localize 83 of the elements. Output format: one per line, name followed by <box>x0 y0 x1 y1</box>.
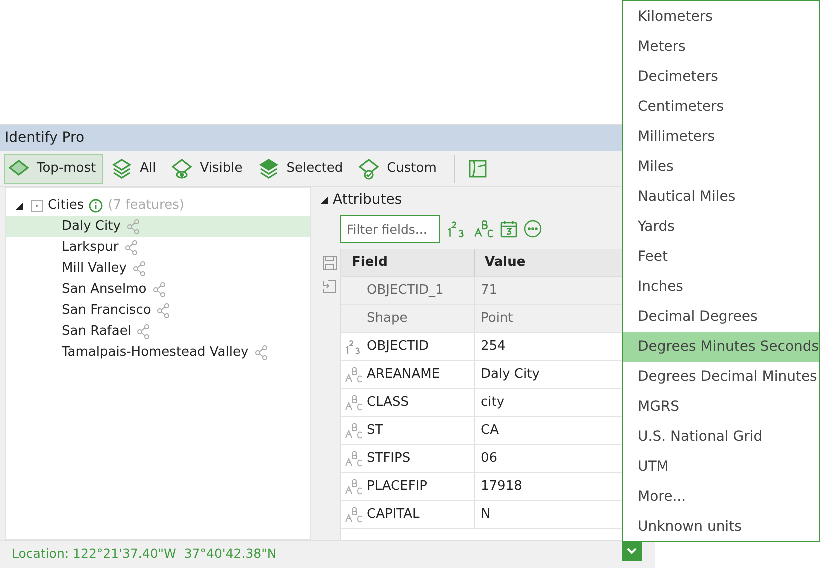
text-type-icon <box>345 394 363 410</box>
number-type-icon <box>345 338 363 354</box>
text-filter-icon[interactable] <box>474 220 494 238</box>
menu-item[interactable]: Decimeters <box>623 62 819 92</box>
menu-item[interactable]: Meters <box>623 32 819 62</box>
table-cell-text: AREANAME <box>367 366 440 384</box>
text-type-icon <box>345 450 363 466</box>
layer-filter-button[interactable]: Top-most <box>4 154 104 184</box>
tree-item[interactable]: San Anselmo <box>6 279 310 300</box>
column-header[interactable]: Field <box>341 249 475 276</box>
menu-item[interactable]: UTM <box>623 452 819 482</box>
menu-item[interactable]: Nautical Miles <box>623 182 819 212</box>
text-type-icon <box>345 506 363 522</box>
table-cell-text: OBJECTID_1 <box>367 282 444 300</box>
tree-item[interactable]: Larkspur <box>6 237 310 258</box>
table-cell-text: CLASS <box>367 394 410 412</box>
share-icon <box>254 344 269 360</box>
map-icon <box>468 158 488 178</box>
menu-item[interactable]: Yards <box>623 212 819 242</box>
menu-item[interactable]: Inches <box>623 272 819 302</box>
info-icon <box>89 199 104 213</box>
menu-item[interactable]: Degrees Decimal Minutes <box>623 362 819 392</box>
tree-item[interactable]: San Rafael <box>6 321 310 342</box>
table-cell-text: Shape <box>367 310 408 328</box>
share-icon <box>152 282 167 298</box>
filter-field[interactable]: Filter fields... <box>340 215 440 243</box>
table-cell-text: 254 <box>481 338 506 356</box>
text-type-icon <box>345 366 363 382</box>
menu-item[interactable]: Unknown units <box>623 512 819 542</box>
save-icon[interactable] <box>322 255 338 271</box>
table-cell-text: CAPITAL <box>367 506 420 524</box>
text-type-icon <box>345 478 363 494</box>
menu-item[interactable]: Miles <box>623 152 819 182</box>
tree-item[interactable]: San Francisco <box>6 300 310 321</box>
export-icon[interactable] <box>322 279 338 295</box>
text-type-icon <box>345 422 363 438</box>
menu-item[interactable]: Kilometers <box>623 2 819 32</box>
more-icon[interactable] <box>524 220 542 238</box>
table-cell-text: 06 <box>481 450 498 468</box>
table-cell-text: PLACEFIP <box>367 478 428 496</box>
chevron-down-icon <box>627 548 637 555</box>
layer-check-icon <box>357 156 382 180</box>
window-title: Identify Pro <box>5 128 85 148</box>
point-layer-icon <box>31 200 43 212</box>
layer-filter-button[interactable]: Custom <box>354 154 444 184</box>
share-icon <box>157 302 172 318</box>
share-icon <box>126 218 141 234</box>
table-cell-text: ST <box>367 422 384 440</box>
tree-item[interactable]: Tamalpais-Homestead Valley <box>6 342 310 363</box>
menu-item[interactable]: MGRS <box>623 392 819 422</box>
expanded-toggle-icon[interactable] <box>16 202 23 210</box>
location-text: Location: 122°21'37.40"W 37°40'42.38"N <box>12 545 277 564</box>
share-icon <box>124 240 139 256</box>
table-cell-text: N <box>481 506 491 524</box>
tree-item[interactable]: Mill Valley <box>6 258 310 279</box>
layer-filter-button[interactable]: Selected <box>254 154 350 184</box>
table-cell-text: OBJECTID <box>367 338 430 356</box>
table-cell-text: CA <box>481 422 499 440</box>
calendar-icon[interactable] <box>500 220 518 238</box>
layer-eye-icon <box>170 156 194 180</box>
menu-item[interactable]: Feet <box>623 242 819 272</box>
menu-item[interactable]: More... <box>623 482 819 512</box>
share-icon <box>132 260 147 276</box>
menu-item[interactable]: Decimal Degrees <box>623 302 819 332</box>
table-cell-text: STFIPS <box>367 450 411 468</box>
share-icon <box>137 324 152 340</box>
section-title: Attributes <box>333 190 402 210</box>
tree-item[interactable]: Daly City <box>6 216 310 237</box>
layer-name: Cities <box>48 197 84 216</box>
menu-item[interactable]: Centimeters <box>623 92 819 122</box>
menu-item[interactable]: U.S. National Grid <box>623 422 819 452</box>
units-dropdown-button[interactable] <box>622 542 642 561</box>
expanded-toggle-icon[interactable] <box>321 196 328 204</box>
table-cell-text: 17918 <box>481 478 522 496</box>
feature-count: (7 features) <box>108 197 184 216</box>
table-cell-text: Daly City <box>481 366 540 384</box>
table-cell-text: 71 <box>481 282 498 300</box>
table-cell-text: Point <box>481 310 514 328</box>
layer-filter-button[interactable]: Visible <box>167 154 250 184</box>
menu-item[interactable]: Millimeters <box>623 122 819 152</box>
layer-filter-button[interactable]: All <box>107 154 164 184</box>
menu-item[interactable]: Degrees Minutes Seconds <box>623 332 819 362</box>
table-cell-text: city <box>481 394 505 412</box>
